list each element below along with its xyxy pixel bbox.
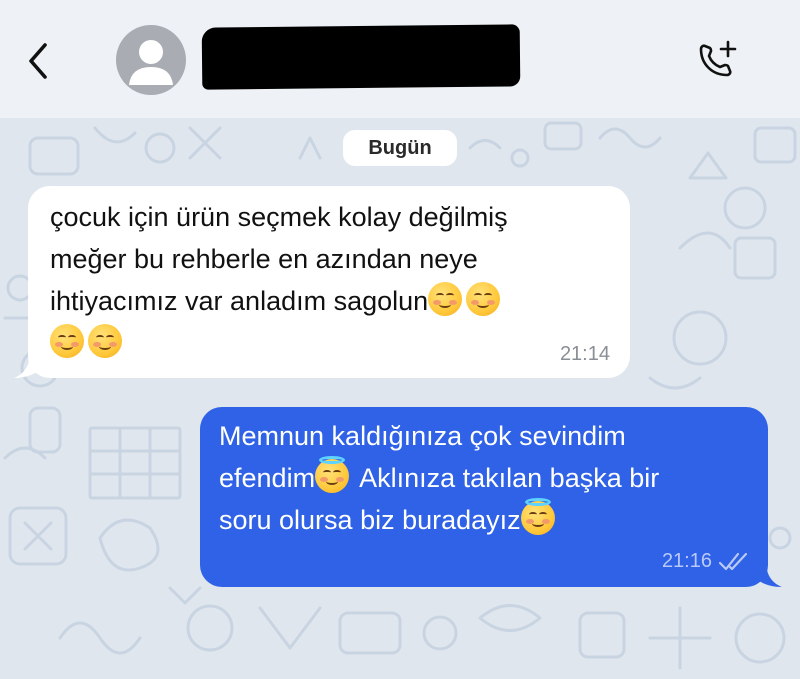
chat-header [0,0,800,118]
avatar[interactable] [116,25,186,95]
add-call-icon [699,40,737,77]
incoming-message[interactable]: çocuk için ürün seçmek kolay değilmiş me… [14,186,630,378]
message-time: 21:16 [661,550,712,572]
person-icon [129,40,173,85]
chevron-left-icon [29,43,47,79]
read-double-check-icon [718,552,748,571]
message-time: 21:14 [559,343,610,365]
smiling-face-with-halo-icon [520,498,555,535]
smiling-face-with-halo-icon [315,456,350,493]
outgoing-message[interactable]: Memnun kaldığınıza çok sevindim efendim … [200,407,782,587]
message-text: Memnun kaldığınıza çok sevindim efendim … [219,421,660,535]
smiling-face-icon [88,324,122,358]
date-chip: Bugün [343,130,457,166]
bubble-tail [754,561,782,587]
add-call-button[interactable] [690,36,742,88]
smiling-face-icon [466,282,501,316]
smiling-face-icon [50,324,84,358]
message-text: çocuk için ürün seçmek kolay değilmiş me… [50,196,625,364]
chat-area[interactable]: Bugün çocuk için ürün seçmek kolay değil… [0,118,800,679]
smiling-face-icon [428,282,463,316]
bubble-tail [14,352,42,378]
contact-name-redacted [201,24,521,90]
back-button[interactable] [18,38,58,84]
